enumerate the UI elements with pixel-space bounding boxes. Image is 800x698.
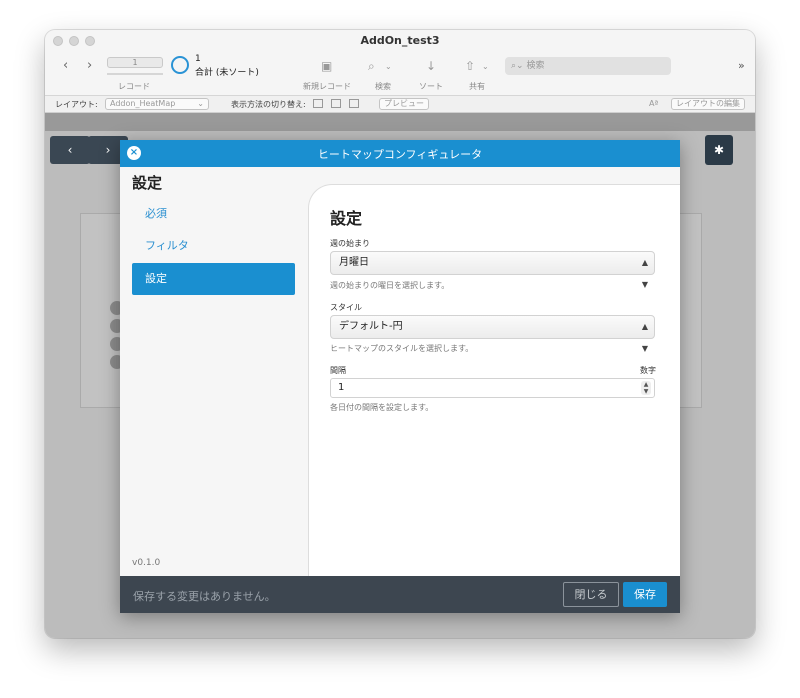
settings-pane: 設定 週の始まり 月曜日 ▲ ▼ 週の始まりの曜日を選択します。 スタイル デフォ… xyxy=(308,184,680,576)
sidebar-item-required[interactable]: 必須 xyxy=(132,198,295,230)
interval-value: 1 xyxy=(338,382,345,393)
configurator-dialog: × ヒートマップコンフィギュレータ 設定 必須 フィルタ 設定 v0.1.0 設… xyxy=(120,140,680,613)
view-as-label: 表示方法の切り替え: xyxy=(231,100,306,109)
preview-button[interactable]: プレビュー xyxy=(379,98,429,110)
edit-layout-button[interactable]: レイアウトの編集 xyxy=(671,98,745,110)
style-value: デフォルト-円 xyxy=(339,321,403,332)
interval-label: 間隔 xyxy=(330,366,346,375)
found-count: 1 xyxy=(195,54,201,64)
header-strip xyxy=(45,113,755,131)
find-label[interactable]: 検索 xyxy=(375,81,391,92)
layout-select[interactable]: Addon_HeatMap ⌄ xyxy=(105,98,209,110)
find-icon[interactable]: ⌕ xyxy=(368,59,375,74)
share-menu-chevron-icon[interactable]: ⌄ xyxy=(482,62,489,71)
week-start-select[interactable]: 月曜日 ▲ ▼ xyxy=(330,251,655,289)
pane-title: 設定 xyxy=(330,209,363,228)
select-arrows-icon: ▲ ▼ xyxy=(641,258,648,289)
new-record-label[interactable]: 新規レコード xyxy=(303,81,351,92)
list-view-icon[interactable] xyxy=(331,99,341,108)
layout-bar: レイアウト: Addon_HeatMap ⌄ 表示方法の切り替え: プレビュー A… xyxy=(45,95,755,113)
interval-help: 各日付の間隔を設定します。 xyxy=(330,403,434,412)
interval-input[interactable]: 1 ▲ ▼ xyxy=(330,378,655,398)
new-record-icon[interactable]: ▣ xyxy=(321,59,332,73)
found-status: 合計 (未ソート) xyxy=(195,68,259,78)
bg-prev-icon[interactable]: ‹ xyxy=(50,136,90,164)
stepper-icon[interactable]: ▲ ▼ xyxy=(641,381,651,395)
sort-label[interactable]: ソート xyxy=(419,81,443,92)
style-label: スタイル xyxy=(330,303,362,312)
next-record-icon[interactable]: › xyxy=(87,58,92,73)
quick-find-field[interactable]: ⌕⌄ 検索 xyxy=(505,57,671,75)
share-icon[interactable]: ⇧ xyxy=(465,59,475,73)
version-label: v0.1.0 xyxy=(132,558,161,568)
table-view-icon[interactable] xyxy=(349,99,359,108)
record-number-field[interactable]: 1 xyxy=(107,57,163,68)
save-status: 保存する変更はありません。 xyxy=(133,590,276,603)
week-start-help: 週の始まりの曜日を選択します。 xyxy=(330,281,450,290)
share-label[interactable]: 共有 xyxy=(469,81,485,92)
dialog-header: × ヒートマップコンフィギュレータ xyxy=(120,140,680,167)
dialog-title: ヒートマップコンフィギュレータ xyxy=(317,148,483,161)
found-set-pie-icon xyxy=(171,56,189,74)
prev-record-icon[interactable]: ‹ xyxy=(63,58,68,73)
toolbar: AddOn_test3 ‹ › 1 レコード 1 合計 (未ソート) ▣ 新規レ… xyxy=(45,30,755,95)
font-size-icon[interactable]: Aª xyxy=(649,99,658,108)
week-start-value: 月曜日 xyxy=(339,257,369,268)
sidebar-item-filter[interactable]: フィルタ xyxy=(132,230,295,262)
layout-select-value: Addon_HeatMap xyxy=(110,99,176,108)
app-window: AddOn_test3 ‹ › 1 レコード 1 合計 (未ソート) ▣ 新規レ… xyxy=(45,30,755,638)
save-button[interactable]: 保存 xyxy=(623,582,667,607)
record-label: レコード xyxy=(118,82,150,91)
select-arrows-icon: ▲ ▼ xyxy=(641,322,648,353)
sort-icon[interactable]: ↓ xyxy=(426,59,436,73)
sidebar-title: 設定 xyxy=(132,174,163,192)
close-button[interactable]: 閉じる xyxy=(563,582,619,607)
screen: AddOn_test3 ‹ › 1 レコード 1 合計 (未ソート) ▣ 新規レ… xyxy=(0,0,800,698)
sidebar-item-settings[interactable]: 設定 xyxy=(132,263,295,295)
search-placeholder: 検索 xyxy=(526,61,545,71)
toolbar-overflow-icon[interactable]: » xyxy=(738,59,745,72)
style-select[interactable]: デフォルト-円 ▲ ▼ xyxy=(330,315,655,353)
gear-icon[interactable]: ✱ xyxy=(705,135,733,165)
window-title: AddOn_test3 xyxy=(360,34,440,47)
form-view-icon[interactable] xyxy=(313,99,323,108)
week-start-label: 週の始まり xyxy=(330,239,370,248)
style-help: ヒートマップのスタイルを選択します。 xyxy=(330,344,474,353)
find-menu-chevron-icon[interactable]: ⌄ xyxy=(385,62,392,71)
dialog-footer: 保存する変更はありません。 閉じる 保存 xyxy=(120,576,680,613)
search-icon: ⌕⌄ xyxy=(511,61,527,71)
interval-type-label: 数字 xyxy=(640,366,656,375)
record-slider[interactable] xyxy=(107,73,163,75)
layout-label: レイアウト: xyxy=(55,100,98,109)
chevron-down-icon: ⌄ xyxy=(197,99,204,108)
